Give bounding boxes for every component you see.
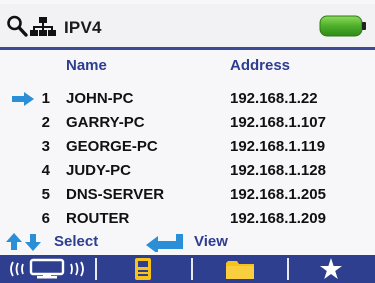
enter-arrow-icon <box>146 234 183 252</box>
up-down-arrows-icon <box>6 233 41 251</box>
ip-address: 192.168.1.128 <box>230 162 326 179</box>
header-divider <box>0 47 375 50</box>
selection-arrow-icon <box>12 92 34 106</box>
ip-address: 192.168.1.119 <box>230 138 326 155</box>
header-bar: IPV4 <box>0 4 375 48</box>
softkey-wiremap[interactable] <box>0 255 93 283</box>
softkey-favorites[interactable] <box>289 255 375 283</box>
search-icon[interactable] <box>6 14 28 38</box>
list-item[interactable]: 5 DNS-SERVER 192.168.1.205 <box>0 184 375 206</box>
ip-address: 192.168.1.209 <box>230 210 326 227</box>
ip-address: 192.168.1.22 <box>230 90 318 107</box>
device-name: GEORGE-PC <box>66 138 158 155</box>
softkey-folder[interactable] <box>193 255 285 283</box>
row-index: 5 <box>41 186 50 203</box>
wireless-monitor-icon <box>10 258 84 279</box>
row-index: 4 <box>41 162 50 179</box>
column-header-name: Name <box>66 57 107 74</box>
star-icon <box>320 258 342 279</box>
protocol-title: IPV4 <box>64 18 102 37</box>
softkey-bar <box>0 255 375 283</box>
row-index: 3 <box>41 138 50 155</box>
device-screen: IPV4 Name Address 1 JOHN-PC 192.168.1.22 <box>0 0 375 283</box>
device-save-icon <box>135 258 151 280</box>
device-name: JUDY-PC <box>66 162 132 179</box>
column-header-address: Address <box>230 57 291 74</box>
ip-address: 192.168.1.107 <box>230 114 326 131</box>
list-item[interactable]: 6 ROUTER 192.168.1.209 <box>0 208 375 230</box>
row-index: 1 <box>41 90 50 107</box>
device-name: GARRY-PC <box>66 114 145 131</box>
list-item[interactable]: 4 JUDY-PC 192.168.1.128 <box>0 160 375 182</box>
view-hint-label: View <box>194 233 228 250</box>
device-name: JOHN-PC <box>66 90 134 107</box>
list-item[interactable]: 3 GEORGE-PC 192.168.1.119 <box>0 136 375 158</box>
folder-icon <box>226 261 254 279</box>
battery-icon <box>319 15 366 37</box>
network-icon <box>30 17 56 36</box>
list-item[interactable]: 1 JOHN-PC 192.168.1.22 <box>0 88 375 110</box>
ip-address: 192.168.1.205 <box>230 186 326 203</box>
select-hint-label: Select <box>54 233 99 250</box>
device-name: DNS-SERVER <box>66 186 165 203</box>
device-name: ROUTER <box>66 210 130 227</box>
softkey-save[interactable] <box>97 255 189 283</box>
row-index: 2 <box>41 114 50 131</box>
list-item[interactable]: 2 GARRY-PC 192.168.1.107 <box>0 112 375 134</box>
row-index: 6 <box>41 210 50 227</box>
